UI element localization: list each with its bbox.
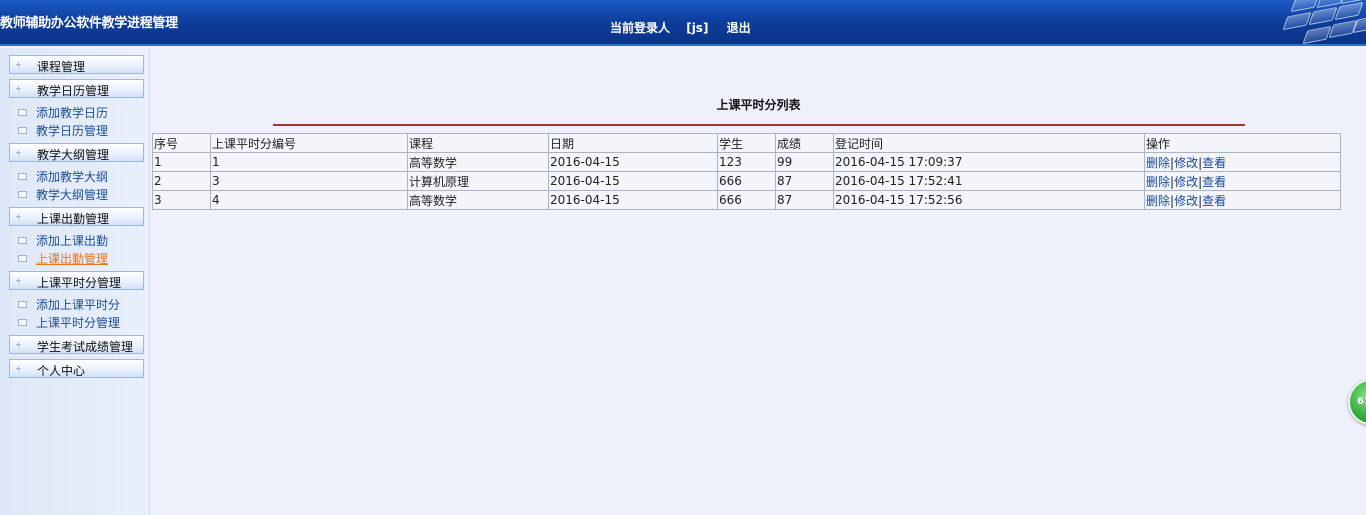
view-link[interactable]: 查看 xyxy=(1202,156,1226,170)
column-header: 序号 xyxy=(152,133,211,153)
page-icon xyxy=(18,109,27,116)
badge-text: 61 xyxy=(1357,396,1366,407)
menu-group-syllabus[interactable]: + 教学大纲管理 xyxy=(9,143,144,162)
table-row: 2 3 计算机原理 2016-04-15 666 87 2016-04-15 1… xyxy=(152,171,1341,191)
cell-operations: 删除|修改|查看 xyxy=(1144,190,1341,210)
page-icon xyxy=(18,255,27,262)
cell-student: 123 xyxy=(717,152,776,172)
cell-date: 2016-04-15 xyxy=(548,152,718,172)
app-title: 教师辅助办公软件教学进程管理 xyxy=(0,16,178,31)
cell-operations: 删除|修改|查看 xyxy=(1144,171,1341,191)
menu-group-label: 学生考试成绩管理 xyxy=(37,340,134,354)
usual-score-table: 序号 上课平时分编号 课程 日期 学生 成绩 登记时间 操作 1 1 高等数学 … xyxy=(152,133,1341,210)
menu-group-usual-score[interactable]: + 上课平时分管理 xyxy=(9,271,144,290)
cell-course: 高等数学 xyxy=(407,190,549,210)
cell-score: 87 xyxy=(775,171,834,191)
menu-group-label: 上课出勤管理 xyxy=(37,212,110,226)
menu-group-attendance[interactable]: + 上课出勤管理 xyxy=(9,207,144,226)
menu-group-label: 个人中心 xyxy=(37,364,86,378)
sidebar-item-add-calendar[interactable]: 添加教学日历 xyxy=(18,104,108,121)
main-content: 上课平时分列表 序号 上课平时分编号 课程 日期 学生 成绩 登记时间 操作 1… xyxy=(151,48,1366,515)
expand-icon: + xyxy=(15,276,22,285)
menu-group-profile[interactable]: + 个人中心 xyxy=(9,359,144,378)
expand-icon: + xyxy=(15,84,22,93)
cell-time: 2016-04-15 17:09:37 xyxy=(833,152,1145,172)
page-icon xyxy=(18,173,27,180)
menu-group-calendar[interactable]: + 教学日历管理 xyxy=(9,79,144,98)
edit-link[interactable]: 修改 xyxy=(1174,156,1198,170)
page-icon xyxy=(18,237,27,244)
top-header: 教师辅助办公软件教学进程管理 当前登录人 [js] 退出 xyxy=(0,0,1366,46)
table-row: 3 4 高等数学 2016-04-15 666 87 2016-04-15 17… xyxy=(152,190,1341,210)
column-header: 操作 xyxy=(1144,133,1341,153)
cell-score: 87 xyxy=(775,190,834,210)
title-divider xyxy=(273,124,1245,126)
cell-time: 2016-04-15 17:52:56 xyxy=(833,190,1145,210)
delete-link[interactable]: 删除 xyxy=(1146,194,1170,208)
sidebar-item-calendar-manage[interactable]: 教学日历管理 xyxy=(18,122,108,139)
cell-course: 计算机原理 xyxy=(407,171,549,191)
current-user: [js] xyxy=(686,21,709,35)
expand-icon: + xyxy=(15,364,22,373)
cell-operations: 删除|修改|查看 xyxy=(1144,152,1341,172)
menu-group-label: 课程管理 xyxy=(37,60,86,74)
column-header: 课程 xyxy=(407,133,549,153)
sidebar-item-add-syllabus[interactable]: 添加教学大纲 xyxy=(18,168,108,185)
keyboard-decoration-icon xyxy=(1276,0,1366,44)
menu-group-label: 教学大纲管理 xyxy=(37,148,110,162)
edit-link[interactable]: 修改 xyxy=(1174,175,1198,189)
expand-icon: + xyxy=(15,212,22,221)
cell-code: 1 xyxy=(210,152,408,172)
table-row: 1 1 高等数学 2016-04-15 123 99 2016-04-15 17… xyxy=(152,152,1341,172)
cell-course: 高等数学 xyxy=(407,152,549,172)
edit-link[interactable]: 修改 xyxy=(1174,194,1198,208)
sidebar: + 课程管理 + 教学日历管理 添加教学日历 教学日历管理 + 教学大纲管理 添… xyxy=(0,48,150,515)
page-icon xyxy=(18,319,27,326)
column-header: 学生 xyxy=(717,133,776,153)
cell-date: 2016-04-15 xyxy=(548,171,718,191)
sidebar-item-attendance-manage[interactable]: 上课出勤管理 xyxy=(18,250,108,267)
column-header: 上课平时分编号 xyxy=(210,133,408,153)
page-title: 上课平时分列表 xyxy=(716,98,801,112)
page-icon xyxy=(18,127,27,134)
login-label: 当前登录人 xyxy=(610,21,671,35)
page-icon xyxy=(18,301,27,308)
view-link[interactable]: 查看 xyxy=(1202,194,1226,208)
cell-seq: 3 xyxy=(152,190,211,210)
delete-link[interactable]: 删除 xyxy=(1146,175,1170,189)
cell-date: 2016-04-15 xyxy=(548,190,718,210)
sidebar-item-usual-score-manage[interactable]: 上课平时分管理 xyxy=(18,314,120,331)
column-header: 登记时间 xyxy=(833,133,1145,153)
cell-score: 99 xyxy=(775,152,834,172)
expand-icon: + xyxy=(15,60,22,69)
menu-group-label: 上课平时分管理 xyxy=(37,276,122,290)
view-link[interactable]: 查看 xyxy=(1202,175,1226,189)
logout-link[interactable]: 退出 xyxy=(727,21,751,35)
page-icon xyxy=(18,191,27,198)
delete-link[interactable]: 删除 xyxy=(1146,156,1170,170)
menu-group-exam-score[interactable]: + 学生考试成绩管理 xyxy=(9,335,144,354)
cell-time: 2016-04-15 17:52:41 xyxy=(833,171,1145,191)
sidebar-item-syllabus-manage[interactable]: 教学大纲管理 xyxy=(18,186,108,203)
column-header: 成绩 xyxy=(775,133,834,153)
table-header-row: 序号 上课平时分编号 课程 日期 学生 成绩 登记时间 操作 xyxy=(152,133,1341,153)
sidebar-item-add-usual-score[interactable]: 添加上课平时分 xyxy=(18,296,120,313)
column-header: 日期 xyxy=(548,133,718,153)
login-info: 当前登录人 [js] 退出 xyxy=(610,19,751,36)
cell-code: 4 xyxy=(210,190,408,210)
cell-student: 666 xyxy=(717,190,776,210)
menu-group-course[interactable]: + 课程管理 xyxy=(9,55,144,74)
cell-seq: 1 xyxy=(152,152,211,172)
sidebar-item-add-attendance[interactable]: 添加上课出勤 xyxy=(18,232,108,249)
expand-icon: + xyxy=(15,148,22,157)
expand-icon: + xyxy=(15,340,22,349)
cell-code: 3 xyxy=(210,171,408,191)
menu-group-label: 教学日历管理 xyxy=(37,84,110,98)
cell-seq: 2 xyxy=(152,171,211,191)
cell-student: 666 xyxy=(717,171,776,191)
